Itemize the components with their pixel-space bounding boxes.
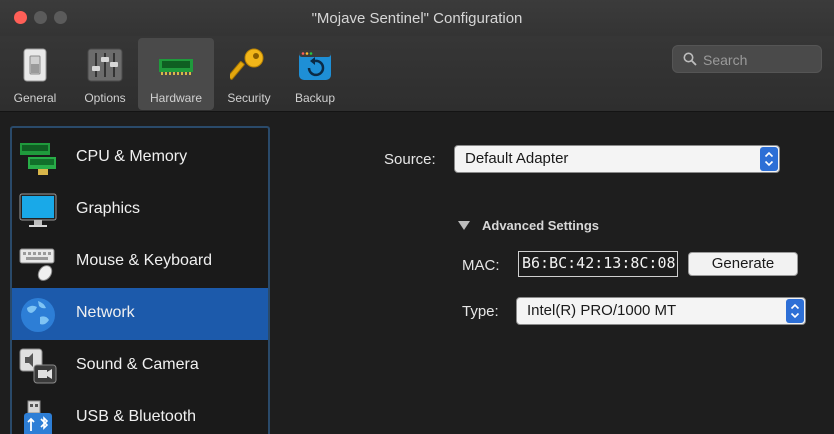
network-settings-pane: Source: Default Adapter Advanced Setting… xyxy=(272,112,834,434)
sidebar-item-graphics[interactable]: Graphics xyxy=(12,184,268,236)
advanced-settings-label[interactable]: Advanced Settings xyxy=(482,218,599,233)
title-bar: "Mojave Sentinel" Configuration xyxy=(0,0,834,36)
toolbar-label: Hardware xyxy=(149,91,203,105)
sidebar-item-sound-camera[interactable]: Sound & Camera xyxy=(12,340,268,392)
source-value: Default Adapter xyxy=(465,150,569,167)
chevron-updown-icon xyxy=(790,303,800,319)
sidebar-item-label: CPU & Memory xyxy=(76,148,188,165)
sidebar-item-label: Network xyxy=(76,304,135,321)
search-placeholder: Search xyxy=(703,52,748,68)
ram-chip-icon xyxy=(20,143,56,175)
usb-bluetooth-icon xyxy=(24,400,52,434)
generate-button[interactable]: Generate xyxy=(688,252,798,276)
sidebar-item-label: USB & Bluetooth xyxy=(76,408,197,425)
toolbar-hardware[interactable]: Hardware xyxy=(138,38,214,110)
source-label: Source: xyxy=(384,151,436,168)
toolbar-general[interactable]: General xyxy=(4,38,66,110)
globe-icon xyxy=(21,298,55,332)
key-icon xyxy=(230,48,264,80)
mac-label: MAC: xyxy=(462,257,500,274)
window-title: "Mojave Sentinel" Configuration xyxy=(311,10,523,27)
toolbar-label: Security xyxy=(227,91,271,105)
sidebar-item-mouse-keyboard[interactable]: Mouse & Keyboard xyxy=(12,236,268,288)
sliders-icon xyxy=(87,48,123,82)
disclosure-triangle[interactable] xyxy=(458,221,470,230)
switch-icon xyxy=(23,48,47,82)
mac-address-field[interactable]: B6:BC:42:13:8C:08 xyxy=(518,251,678,277)
source-popup[interactable]: Default Adapter xyxy=(454,145,780,173)
preferences-toolbar: General Options Hardware Security Backup… xyxy=(0,36,834,112)
toolbar-label: General xyxy=(13,91,57,105)
type-label: Type: xyxy=(462,303,499,320)
search-icon xyxy=(683,52,697,66)
toolbar-security[interactable]: Security xyxy=(218,38,280,110)
toolbar-label: Options xyxy=(84,91,126,105)
search-field[interactable]: Search xyxy=(672,45,822,73)
sidebar-item-usb-bluetooth[interactable]: USB & Bluetooth xyxy=(12,392,268,434)
sidebar-item-label: Graphics xyxy=(76,200,141,217)
popup-stepper xyxy=(786,299,804,323)
speaker-camera-icon xyxy=(19,348,57,384)
toolbar-backup[interactable]: Backup xyxy=(284,38,346,110)
toolbar-label: Backup xyxy=(294,91,336,105)
popup-stepper xyxy=(760,147,778,171)
sidebar-item-label: Mouse & Keyboard xyxy=(76,252,213,269)
toolbar-options[interactable]: Options xyxy=(74,38,136,110)
keyboard-mouse-icon xyxy=(19,248,55,281)
hardware-sidebar: CPU & Memory Graphics Mouse & Keyboard N… xyxy=(10,126,270,434)
type-popup[interactable]: Intel(R) PRO/1000 MT xyxy=(516,297,806,325)
chevron-updown-icon xyxy=(764,151,774,167)
type-value: Intel(R) PRO/1000 MT xyxy=(527,302,677,319)
sidebar-item-label: Sound & Camera xyxy=(76,356,199,373)
sidebar-item-network[interactable]: Network xyxy=(12,288,268,340)
ram-chip-icon xyxy=(159,59,193,75)
monitor-icon xyxy=(19,193,57,227)
backup-icon xyxy=(299,50,331,80)
mac-address-value: B6:BC:42:13:8C:08 xyxy=(522,254,676,272)
sidebar-item-cpu-memory[interactable]: CPU & Memory xyxy=(12,132,268,184)
